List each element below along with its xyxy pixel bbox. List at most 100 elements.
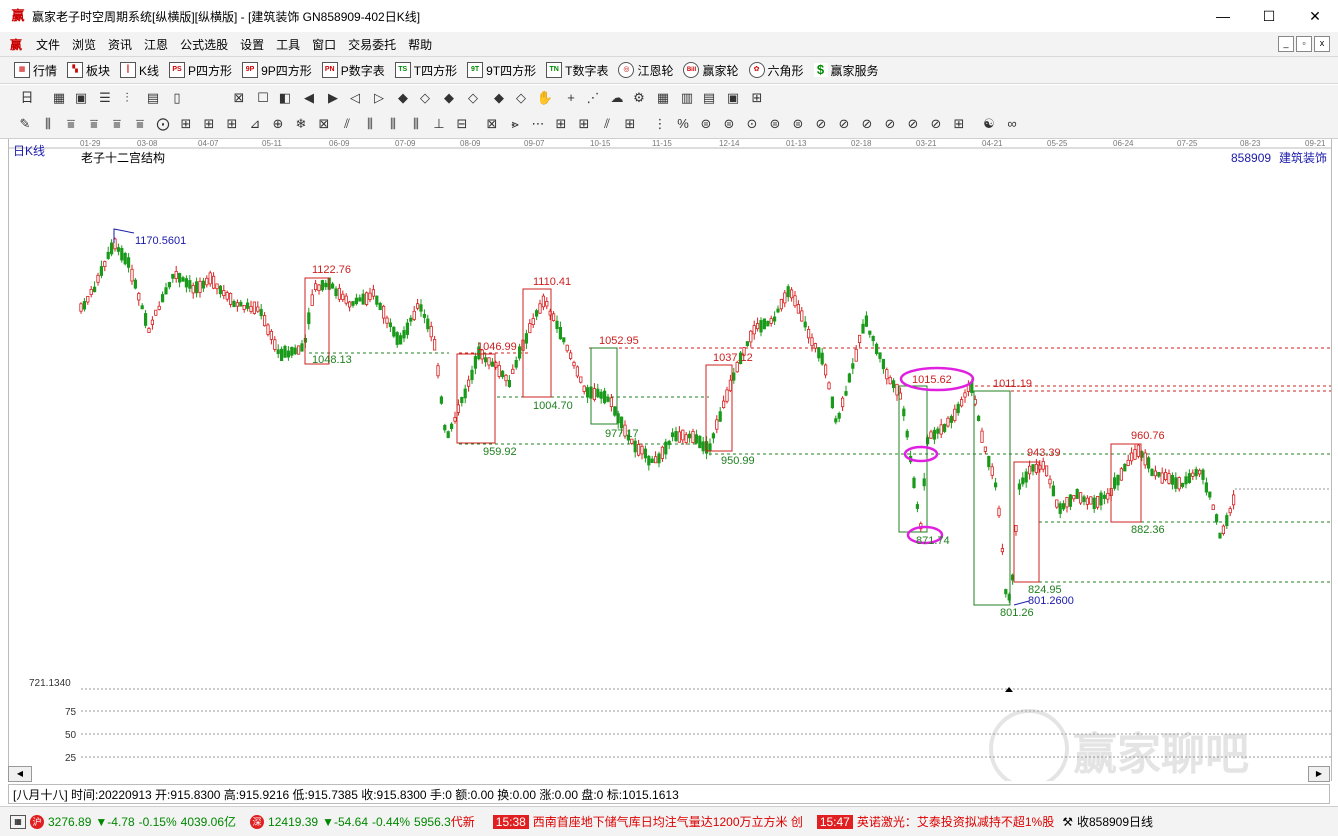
box-icon[interactable]: ☐ <box>254 89 272 107</box>
draw-tool-11-icon[interactable]: ⊕ <box>269 115 287 133</box>
diamond-icon[interactable]: ◆ <box>394 89 412 107</box>
menu-gann[interactable]: 江恩 <box>138 36 174 53</box>
menu-news[interactable]: 资讯 <box>102 36 138 53</box>
draw-tool-26-icon[interactable]: ⊞ <box>621 115 639 133</box>
draw-tool-17-icon[interactable]: ⫼ <box>407 115 425 133</box>
draw-tool-7-icon[interactable]: ⊞ <box>177 115 195 133</box>
draw-tool-35-icon[interactable]: ⊘ <box>835 115 853 133</box>
menu-help[interactable]: 帮助 <box>402 36 438 53</box>
kline-chart[interactable]: 01-29 03-08 04-07 05-11 06-09 07-09 08-09 09-07… <box>9 139 1331 789</box>
diamond4-icon[interactable]: ◇ <box>464 89 482 107</box>
menu-browse[interactable]: 浏览 <box>66 36 102 53</box>
draw-tool-36-icon[interactable]: ⊘ <box>858 115 876 133</box>
tb-sector-button[interactable]: ▚ 板块 <box>67 62 110 79</box>
menu-window[interactable]: 窗口 <box>306 36 342 53</box>
menu-file[interactable]: 文件 <box>30 36 66 53</box>
scroll-right-button[interactable]: ▶ <box>1308 766 1330 782</box>
draw-tool-18-icon[interactable]: ⊥ <box>430 115 448 133</box>
draw-tool-34-icon[interactable]: ⊘ <box>812 115 830 133</box>
cross-icon[interactable]: ⊠ <box>230 89 248 107</box>
draw-tool-33-icon[interactable]: ⊜ <box>789 115 807 133</box>
tb-t-table-button[interactable]: TN T数字表 <box>546 62 608 79</box>
diamond3-icon[interactable]: ◆ <box>440 89 458 107</box>
gear-icon[interactable]: ⚙ <box>630 89 648 107</box>
draw-tool-38-icon[interactable]: ⊘ <box>904 115 922 133</box>
draw-tool-39-icon[interactable]: ⊘ <box>927 115 945 133</box>
draw-tool-31-icon[interactable]: ⊙ <box>743 115 761 133</box>
menu-trade[interactable]: 交易委托 <box>342 36 402 53</box>
draw-tool-25-icon[interactable]: ⫽ <box>598 115 616 133</box>
tb-gann-wheel-button[interactable]: ◎ 江恩轮 <box>618 62 673 79</box>
draw-tool-5-icon[interactable]: ⩸ <box>131 115 149 133</box>
draw-tool-41-icon[interactable]: ☯ <box>980 115 998 133</box>
draw-tool-40-icon[interactable]: ⊞ <box>950 115 968 133</box>
crosshair-icon[interactable]: + <box>562 89 580 107</box>
calc-icon[interactable]: ▥ <box>678 89 696 107</box>
list-icon[interactable]: ☰ <box>96 89 114 107</box>
draw-tool-42-icon[interactable]: ∞ <box>1003 115 1021 133</box>
draw-tool-30-icon[interactable]: ⊜ <box>720 115 738 133</box>
first-icon[interactable]: ◀ <box>300 89 318 107</box>
last-icon[interactable]: ▶ <box>324 89 342 107</box>
draw-tool-0-icon[interactable]: ✎ <box>16 115 34 133</box>
close-button[interactable]: ✕ <box>1292 0 1338 32</box>
menu-tools[interactable]: 工具 <box>270 36 306 53</box>
half-icon[interactable]: ◧ <box>276 89 294 107</box>
tb-9t-square-button[interactable]: 9T 9T四方形 <box>467 62 536 79</box>
draw-tool-21-icon[interactable]: ⩺ <box>506 115 524 133</box>
draw-tool-12-icon[interactable]: ❄ <box>292 115 310 133</box>
draw-tool-16-icon[interactable]: ⫼ <box>384 115 402 133</box>
draw-tool-24-icon[interactable]: ⊞ <box>575 115 593 133</box>
tb-kline-button[interactable]: ┃ K线 <box>120 62 159 79</box>
draw-tool-27-icon[interactable]: ⋮ <box>651 115 669 133</box>
diamond2-icon[interactable]: ◇ <box>416 89 434 107</box>
grid-icon[interactable]: ▦ <box>50 89 68 107</box>
tb-p-square-button[interactable]: PS P四方形 <box>169 62 232 79</box>
draw-tool-14-icon[interactable]: ⫽ <box>338 115 356 133</box>
draw-tool-3-icon[interactable]: ⩸ <box>85 115 103 133</box>
draw-tool-6-icon[interactable]: ⨀ <box>154 115 172 133</box>
news1-text[interactable]: 西南首座地下储气库日均注气量达1200万立方米 创 <box>533 813 803 830</box>
draw-tool-1-icon[interactable]: ⫼ <box>39 115 57 133</box>
trend-icon[interactable]: ⋰ <box>584 89 602 107</box>
draw-tool-15-icon[interactable]: ⫼ <box>361 115 379 133</box>
tool-icon[interactable]: ⚒ <box>1062 815 1073 829</box>
scroll-left-button[interactable]: ◀ <box>8 766 32 782</box>
minimize-button[interactable]: — <box>1200 0 1246 32</box>
next-icon[interactable]: ▷ <box>370 89 388 107</box>
draw-tool-32-icon[interactable]: ⊜ <box>766 115 784 133</box>
maximize-button[interactable]: ☐ <box>1246 0 1292 32</box>
cloud-icon[interactable]: ☁ <box>608 89 626 107</box>
draw-tool-4-icon[interactable]: ⩸ <box>108 115 126 133</box>
mdi-close-button[interactable]: x <box>1314 36 1330 52</box>
print-icon[interactable]: ⊞ <box>748 89 766 107</box>
menu-formula[interactable]: 公式选股 <box>174 36 234 53</box>
draw-tool-10-icon[interactable]: ⊿ <box>246 115 264 133</box>
prev-icon[interactable]: ◁ <box>346 89 364 107</box>
hand-icon[interactable]: ✋ <box>536 89 554 107</box>
news2-text[interactable]: 英诺激光：艾泰投资拟减持不超1%股 <box>857 813 1054 830</box>
tb-quotes-button[interactable]: ▦ 行情 <box>14 62 57 79</box>
chart-icon[interactable]: ▣ <box>72 89 90 107</box>
calendar-icon[interactable]: ▦ <box>654 89 672 107</box>
draw-tool-8-icon[interactable]: ⊞ <box>200 115 218 133</box>
mdi-restore-button[interactable]: ▫ <box>1296 36 1312 52</box>
draw-tool-37-icon[interactable]: ⊘ <box>881 115 899 133</box>
draw-tool-2-icon[interactable]: ⩸ <box>62 115 80 133</box>
draw-tool-9-icon[interactable]: ⊞ <box>223 115 241 133</box>
report-icon[interactable]: ▤ <box>700 89 718 107</box>
draw-tool-20-icon[interactable]: ⊠ <box>483 115 501 133</box>
diamond5-icon[interactable]: ◆ <box>490 89 508 107</box>
bars-icon[interactable]: ⫶ <box>118 89 136 107</box>
tb-hexagon-button[interactable]: ✿ 六角形 <box>748 62 804 79</box>
tb-9p-square-button[interactable]: 9P 9P四方形 <box>242 62 312 79</box>
tb-winner-wheel-button[interactable]: Bill 赢家轮 <box>683 62 739 79</box>
diamond6-icon[interactable]: ◇ <box>512 89 530 107</box>
tb-p-table-button[interactable]: PN P数字表 <box>321 62 385 79</box>
menu-settings[interactable]: 设置 <box>234 36 270 53</box>
draw-tool-13-icon[interactable]: ⊠ <box>315 115 333 133</box>
draw-tool-19-icon[interactable]: ⊟ <box>453 115 471 133</box>
chart-area[interactable]: 01-29 03-08 04-07 05-11 06-09 07-09 08-09 09-07… <box>8 139 1332 789</box>
tb-t-square-button[interactable]: TS T四方形 <box>394 62 457 79</box>
layout-icon[interactable]: 日 <box>18 89 36 107</box>
